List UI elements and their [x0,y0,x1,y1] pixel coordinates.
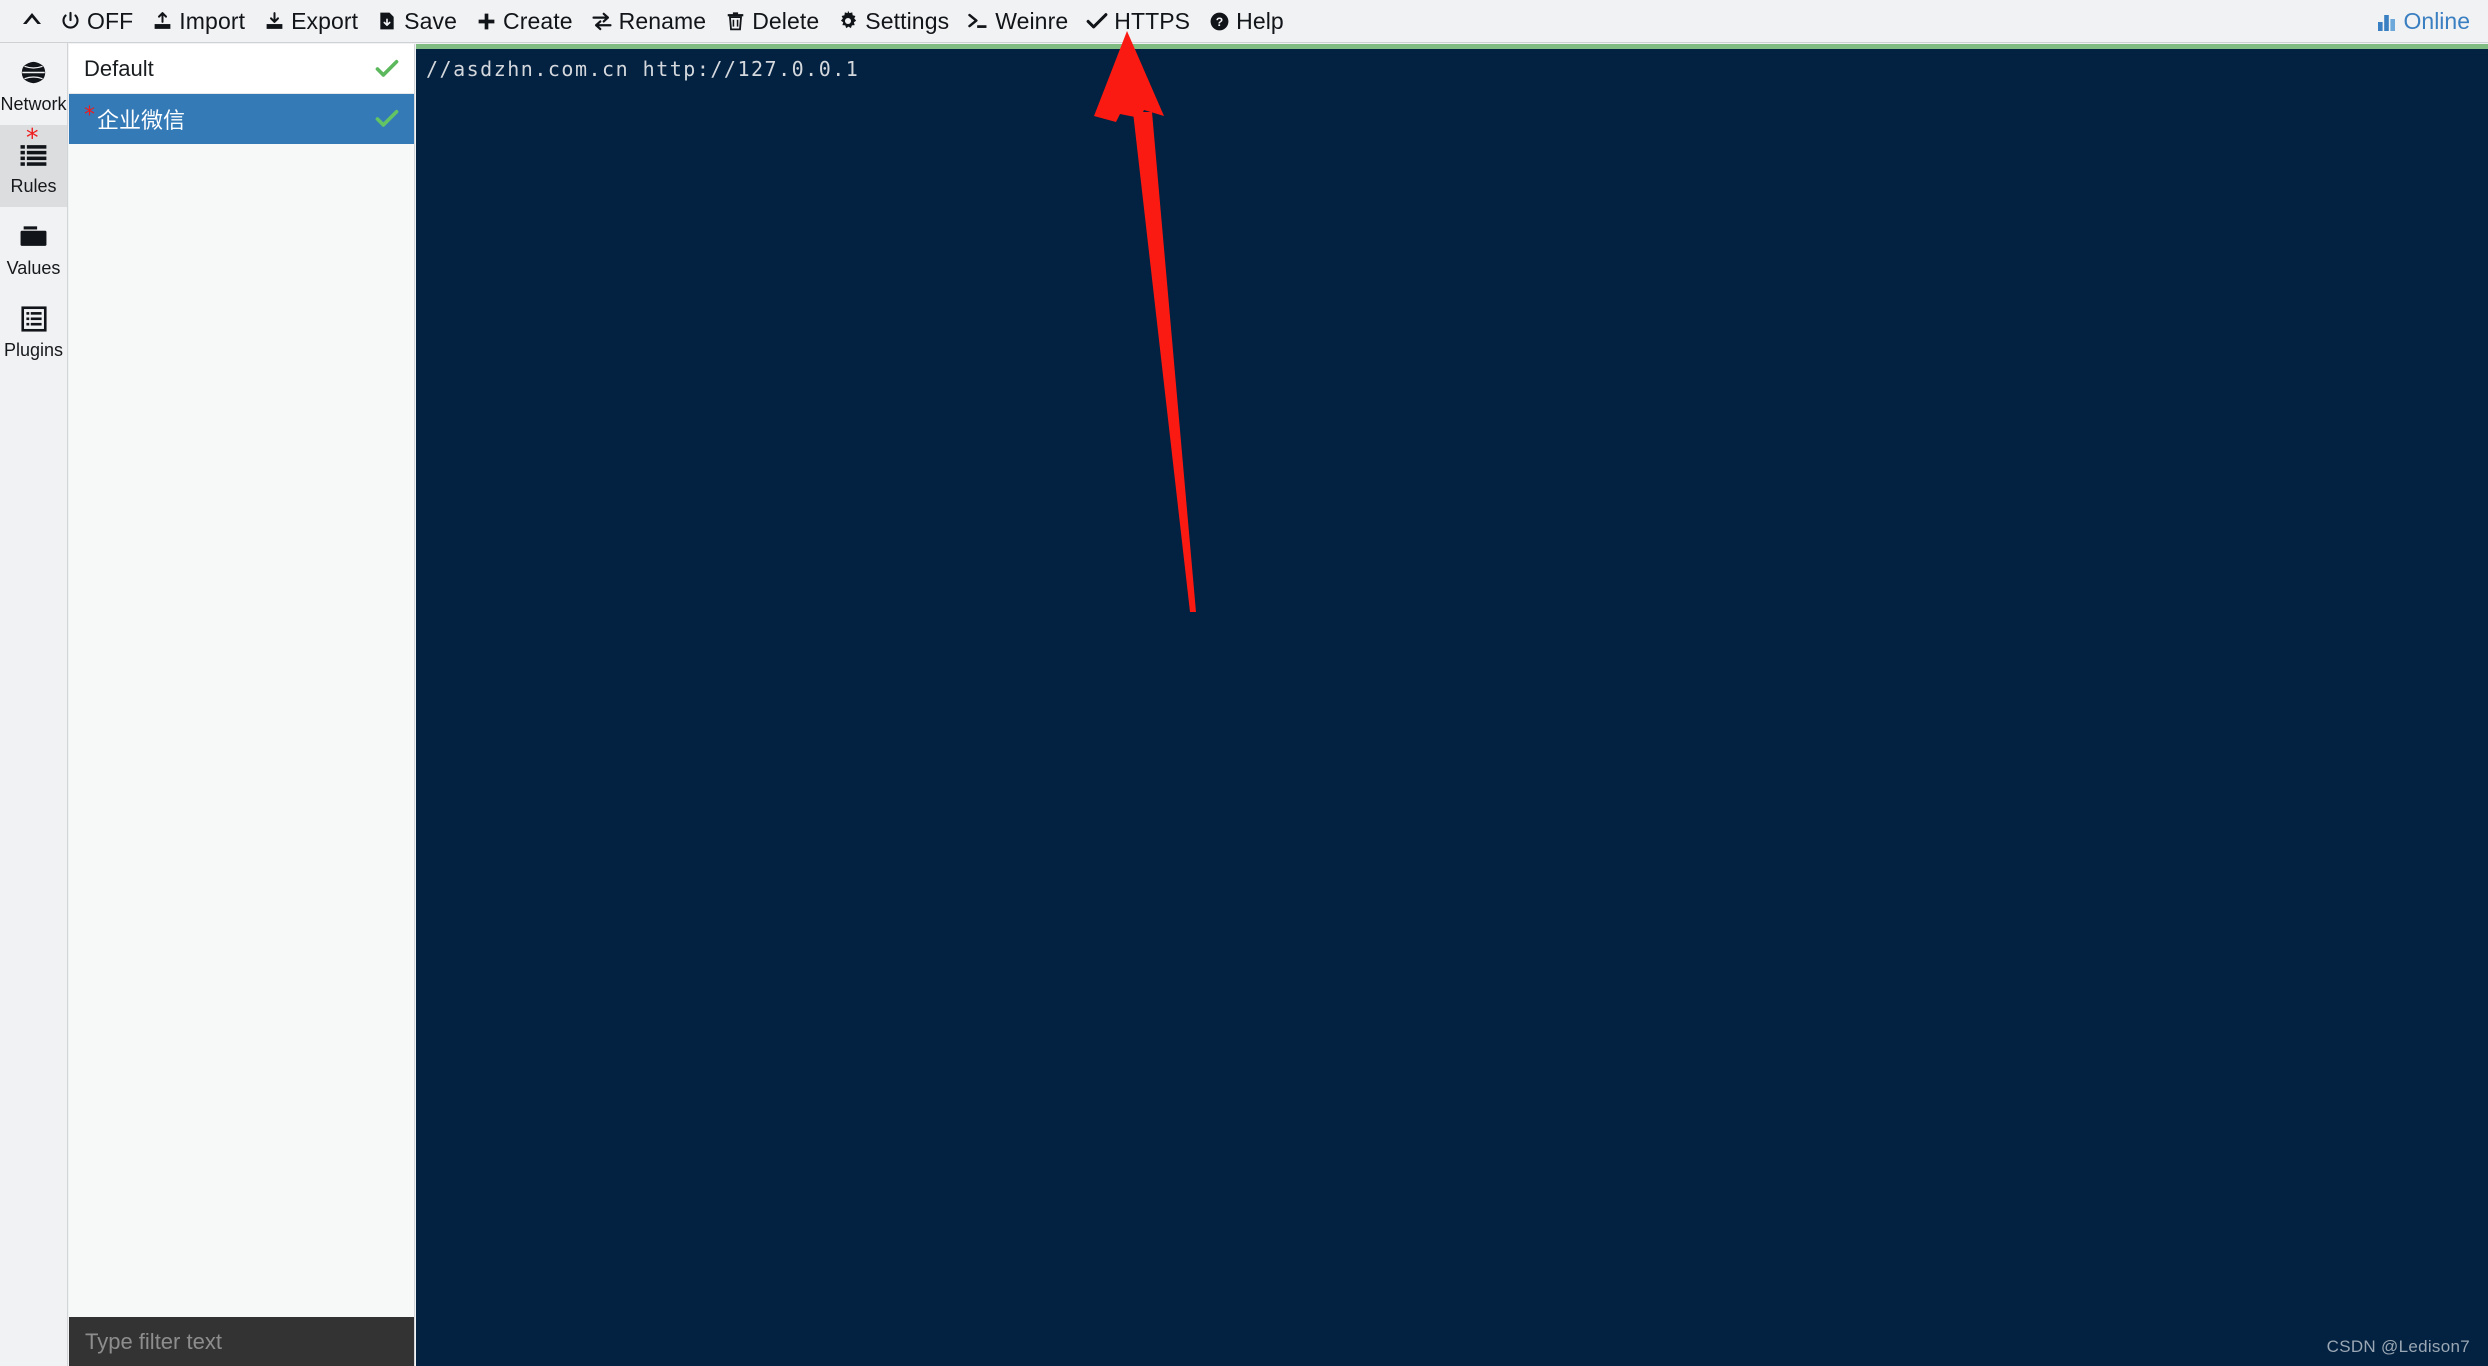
toolbar-item-settings[interactable]: Settings [828,0,958,43]
online-status-label: Online [2403,7,2470,34]
rule-name: 企业微信 [97,107,186,133]
rule-modified-marker: * [84,102,95,128]
check-icon[interactable] [374,106,400,132]
sidebar-item-rules[interactable]: * Rules [0,125,67,207]
power-icon [59,9,81,33]
left-navigation-rail: Network * Rules Values Plugins [0,43,68,1366]
gear-icon [837,9,859,33]
toolbar-label-import: Import [179,7,246,34]
toolbar-actions: OFF Import Export Save Create Rename Del… [0,0,1293,43]
watermark: CSDN @Ledison7 [2326,1337,2470,1356]
import-icon [151,9,173,33]
editor-accent-bar [416,44,2488,49]
filter-input[interactable] [69,1317,414,1366]
toolbar-item-rename[interactable]: Rename [582,0,716,43]
rules-list-panel: Default * 企业微信 [69,44,415,1366]
plugins-icon [20,302,47,336]
toolbar-item-import[interactable]: Import [142,0,254,43]
toolbar-item-delete[interactable]: Delete [715,0,828,43]
check-icon[interactable] [374,56,400,82]
rule-editor[interactable]: //asdzhn.com.cn http://127.0.0.1 CSDN @L… [416,44,2488,1366]
main-toolbar: OFF Import Export Save Create Rename Del… [0,0,2488,43]
trash-icon [724,9,746,33]
toolbar-label-create: Create [503,7,573,34]
plus-icon [475,9,497,33]
rule-name: Default [84,55,154,81]
sidebar-item-values[interactable]: Values [0,207,67,289]
application-window: OFF Import Export Save Create Rename Del… [0,0,2488,1366]
sidebar-label-network: Network [0,93,67,114]
toolbar-item-https[interactable]: HTTPS [1077,0,1199,43]
editor-content[interactable]: //asdzhn.com.cn http://127.0.0.1 [426,54,2476,84]
collapse-toolbar-button[interactable] [14,0,50,43]
toolbar-label-https: HTTPS [1114,7,1191,34]
question-circle-icon: ? [1208,9,1230,33]
sidebar-label-values: Values [6,257,61,278]
toolbar-item-weinre[interactable]: Weinre [958,0,1077,43]
toolbar-label-settings: Settings [865,7,950,34]
sidebar-label-rules: Rules [10,175,57,196]
folder-icon [19,220,48,254]
toolbar-label-save: Save [404,7,457,34]
toolbar-label-delete: Delete [752,7,820,34]
bar-chart-icon [2377,11,2397,31]
toolbar-label-rename: Rename [618,7,707,34]
toolbar-item-off[interactable]: OFF [50,0,142,43]
check-icon [1086,9,1108,33]
toolbar-label-help: Help [1236,7,1284,34]
toolbar-item-create[interactable]: Create [466,0,582,43]
save-icon [376,9,398,33]
export-icon [263,9,285,33]
sidebar-item-network[interactable]: Network [0,43,67,125]
terminal-icon [967,9,989,33]
list-item[interactable]: * 企业微信 [69,94,414,144]
online-status-button[interactable]: Online [2377,0,2488,43]
sidebar-label-plugins: Plugins [3,339,64,360]
rules-modified-marker: * [26,122,39,152]
chevron-up-icon [21,12,43,31]
list-item[interactable]: Default [69,44,414,94]
toolbar-label-export: Export [291,7,359,34]
toolbar-item-save[interactable]: Save [367,0,466,43]
rename-icon [591,9,613,33]
globe-icon [20,56,47,90]
list-icon: * [20,125,47,172]
svg-text:?: ? [1215,14,1223,28]
toolbar-label-off: OFF [87,7,134,34]
toolbar-label-weinre: Weinre [995,7,1069,34]
sidebar-item-plugins[interactable]: Plugins [0,289,67,371]
rules-list[interactable]: Default * 企业微信 [69,44,414,1317]
toolbar-item-help[interactable]: ? Help [1199,0,1293,43]
toolbar-item-export[interactable]: Export [254,0,367,43]
